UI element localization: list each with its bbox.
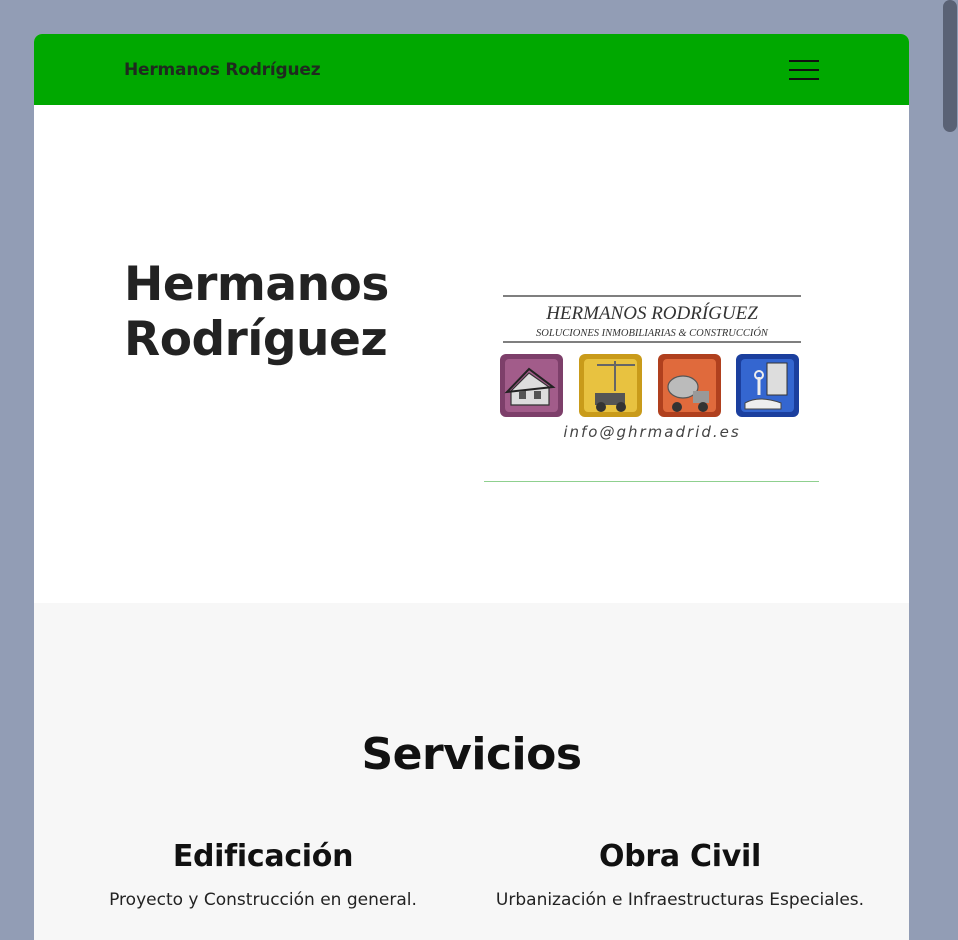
service-title: Obra Civil	[599, 839, 761, 874]
scrollbar-track[interactable]	[942, 0, 958, 940]
hero-section: Hermanos Rodríguez HERMANOS RODRÍGUEZ SO…	[34, 105, 909, 603]
menu-bar-line	[789, 59, 819, 62]
navbar-brand-link[interactable]: Hermanos Rodríguez	[124, 60, 321, 80]
service-card-obra-civil: Obra Civil Urbanización e Infraestructur…	[470, 839, 890, 910]
logo-email: info@ghrmadrid.es	[563, 423, 740, 441]
services-title: Servicios	[361, 729, 582, 780]
concrete-mixer-icon	[658, 354, 721, 417]
company-logo: HERMANOS RODRÍGUEZ SOLUCIONES INMOBILIAR…	[500, 295, 801, 441]
menu-bar-line	[789, 68, 819, 71]
logo-line2: SOLUCIONES INMOBILIARIAS & CONSTRUCCIÓN	[536, 327, 769, 339]
service-card-edificacion: Edificación Proyecto y Construcción en g…	[53, 839, 473, 910]
hamburger-menu-icon[interactable]	[789, 59, 819, 80]
hero-title-line1: Hermanos	[124, 257, 389, 312]
service-description: Urbanización e Infraestructuras Especial…	[495, 890, 865, 910]
hero-title-line2: Rodríguez	[124, 312, 388, 367]
menu-bar-line	[789, 77, 819, 80]
top-navbar: Hermanos Rodríguez	[34, 34, 909, 105]
hero-title: Hermanos Rodríguez	[124, 257, 389, 367]
browser-page: Hermanos Rodríguez Hermanos Rodríguez HE…	[34, 34, 909, 940]
hero-divider	[484, 481, 819, 482]
scrollbar-thumb[interactable]	[943, 0, 957, 132]
house-icon	[500, 354, 563, 417]
key-hand-icon	[736, 354, 799, 417]
services-section: Servicios Edificación Proyecto y Constru…	[34, 603, 909, 940]
logo-line1: HERMANOS RODRÍGUEZ	[545, 302, 758, 324]
crane-roller-icon	[579, 354, 642, 417]
service-title: Edificación	[172, 839, 354, 874]
service-description: Proyecto y Construcción en general.	[109, 890, 417, 910]
